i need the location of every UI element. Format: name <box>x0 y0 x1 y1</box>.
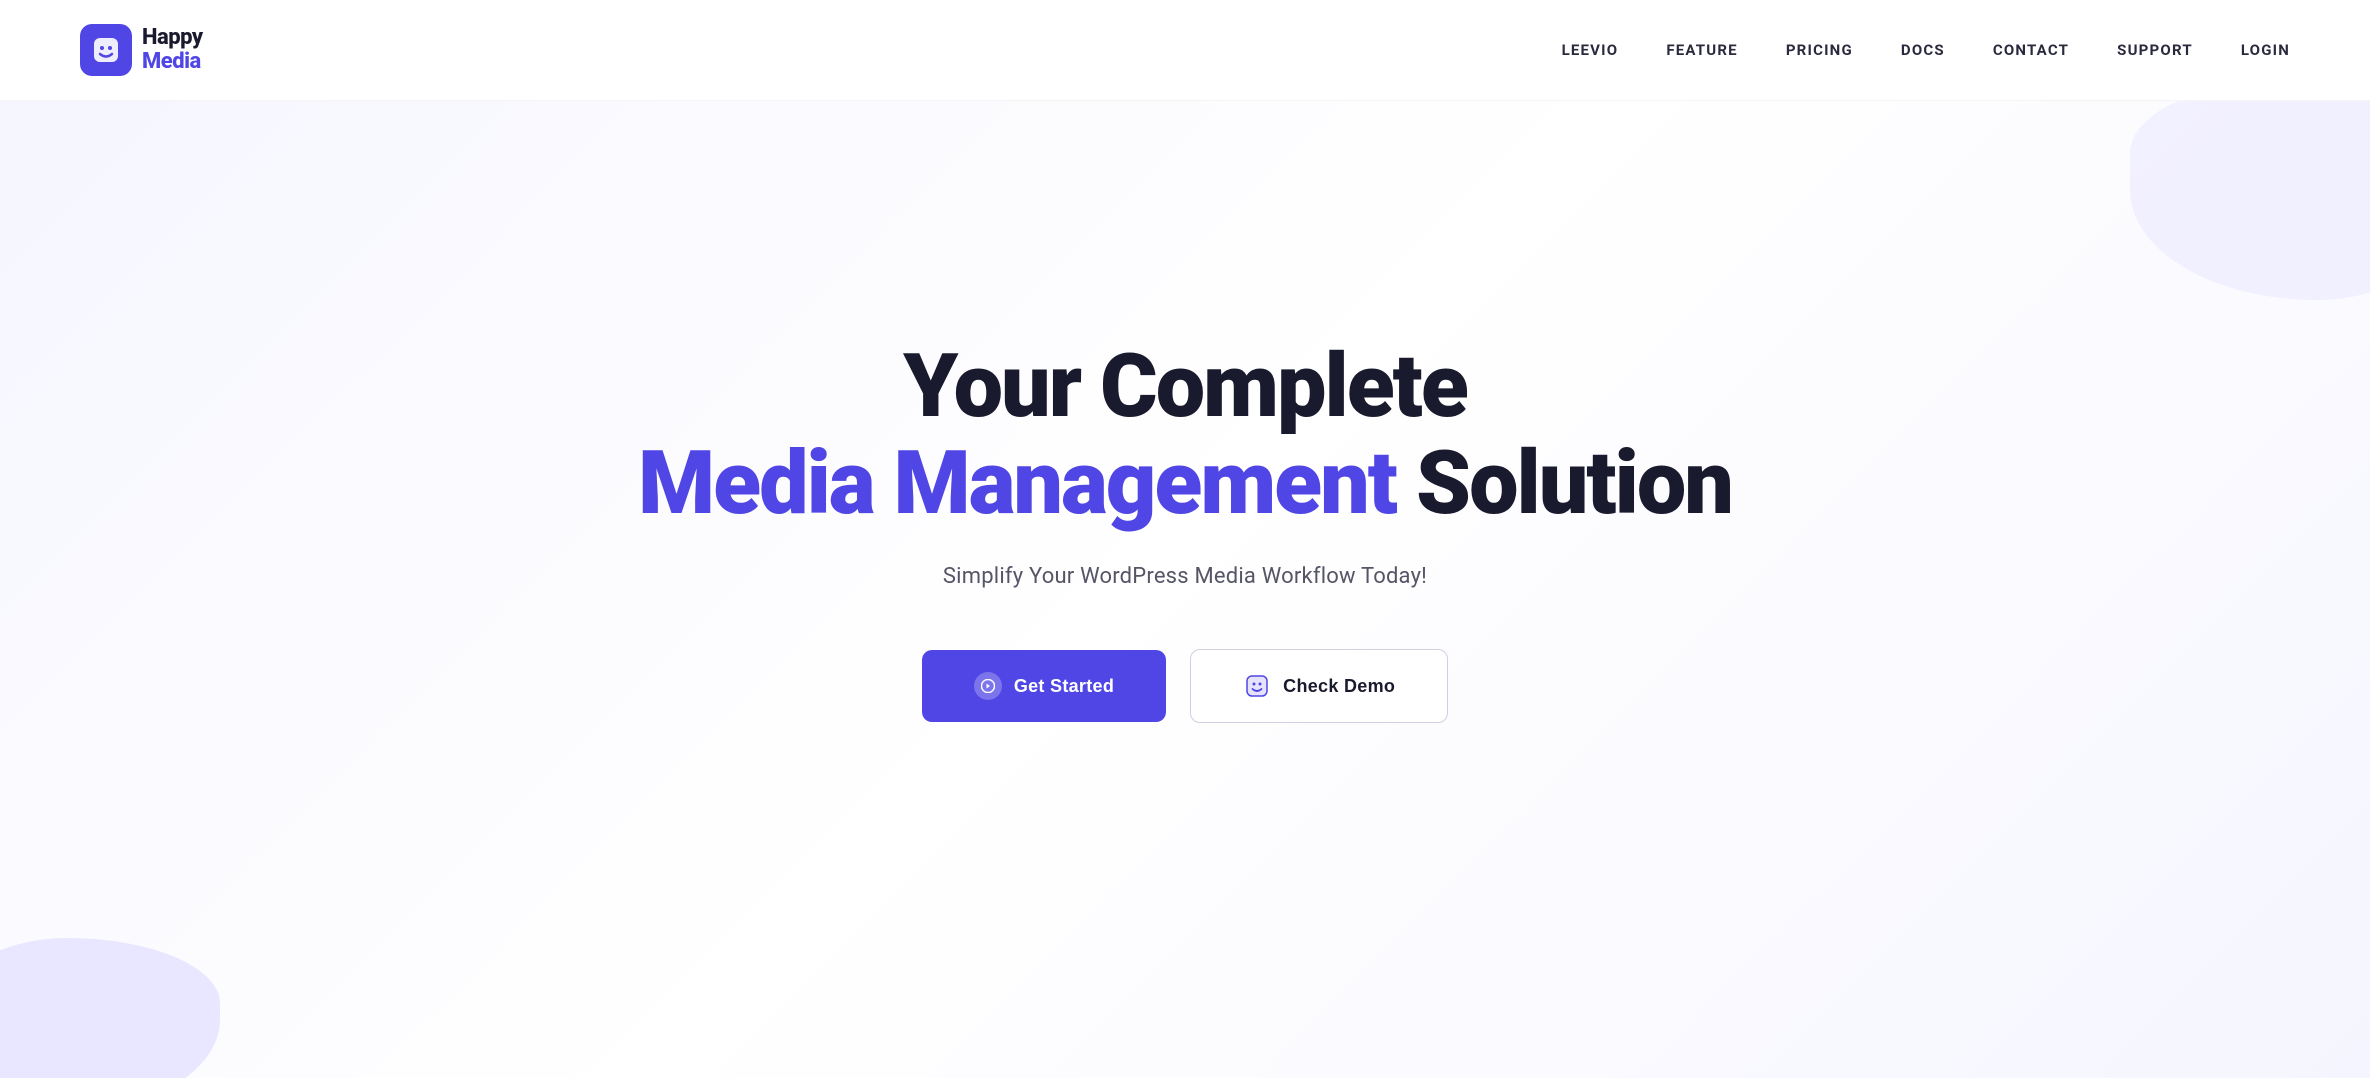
nav-leevio[interactable]: LEEVIO <box>1562 41 1619 59</box>
nav-pricing[interactable]: PRICING <box>1786 41 1853 59</box>
nav-docs[interactable]: DOCS <box>1901 41 1945 59</box>
logo-text: Happy Media <box>142 26 203 74</box>
check-demo-button[interactable]: Check Demo <box>1190 649 1448 723</box>
bg-blob-left <box>0 938 220 1078</box>
logo-icon <box>80 24 132 76</box>
nav-feature[interactable]: FEATURE <box>1666 41 1737 59</box>
get-started-label: Get Started <box>1014 676 1114 697</box>
hero-title-line2: Media Management Solution <box>638 436 1732 533</box>
hero-title-solution: Solution <box>1416 432 1732 535</box>
hero-title: Your Complete Media Management Solution <box>638 339 1732 533</box>
hero-title-highlight: Media Management <box>638 432 1396 535</box>
check-demo-label: Check Demo <box>1283 676 1395 697</box>
logo-happy: Happy <box>142 26 203 50</box>
get-started-icon <box>974 672 1002 700</box>
logo[interactable]: Happy Media <box>80 24 203 76</box>
nav-contact[interactable]: CONTACT <box>1993 41 2069 59</box>
hero-section: Your Complete Media Management Solution … <box>0 101 2370 921</box>
header: Happy Media LEEVIO FEATURE PRICING DOCS … <box>0 0 2370 101</box>
hero-subtitle: Simplify Your WordPress Media Workflow T… <box>943 564 1427 589</box>
page-wrapper: Happy Media LEEVIO FEATURE PRICING DOCS … <box>0 0 2370 1078</box>
nav-support[interactable]: SUPPORT <box>2117 41 2193 59</box>
check-demo-icon <box>1243 672 1271 700</box>
nav-login[interactable]: LOGIN <box>2241 41 2290 59</box>
main-nav: LEEVIO FEATURE PRICING DOCS CONTACT SUPP… <box>1562 41 2290 59</box>
get-started-button[interactable]: Get Started <box>922 650 1166 722</box>
hero-buttons: Get Started Check Demo <box>922 649 1448 723</box>
logo-media: Media <box>142 50 203 74</box>
hero-title-line1: Your Complete <box>638 339 1732 436</box>
